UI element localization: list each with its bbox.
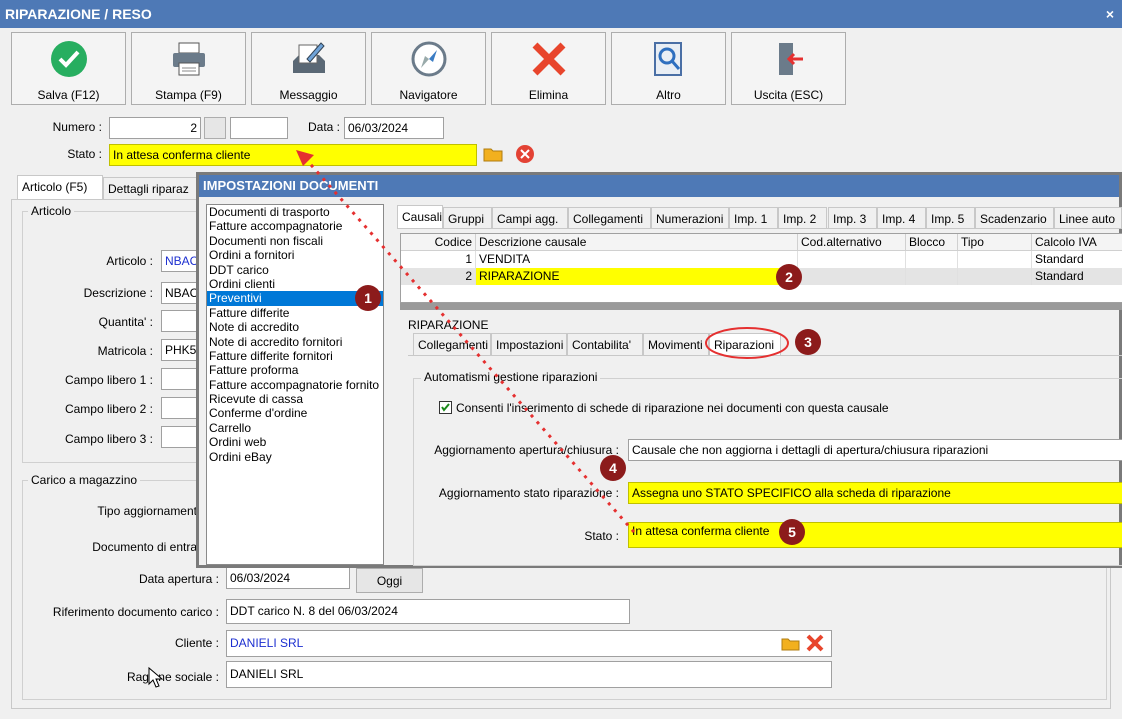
badge-5: 5 bbox=[779, 519, 805, 545]
badge-1: 1 bbox=[355, 285, 381, 311]
annotation-arrow bbox=[296, 150, 789, 533]
badge-3: 3 bbox=[795, 329, 821, 355]
badge-4: 4 bbox=[600, 455, 626, 481]
badge-2: 2 bbox=[776, 264, 802, 290]
